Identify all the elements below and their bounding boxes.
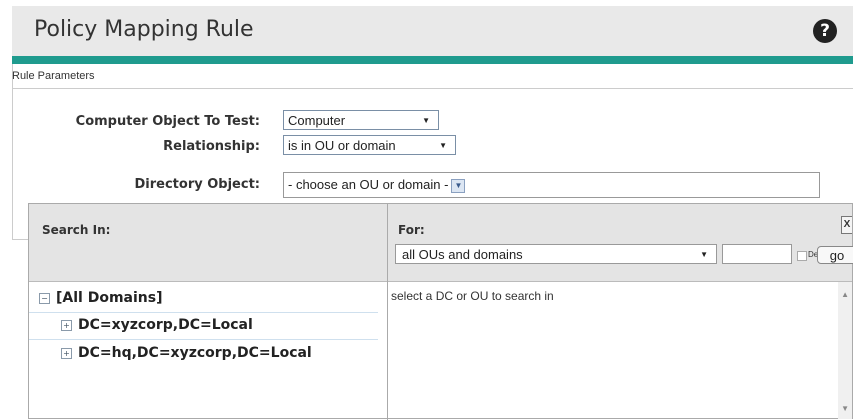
close-icon[interactable]: X: [841, 216, 852, 234]
computer-object-select[interactable]: Computer ▼: [283, 110, 439, 130]
tree-item-label: [All Domains]: [56, 290, 163, 306]
section-divider: [12, 88, 853, 89]
tree-item-hq-xyzcorp[interactable]: + DC=hq,DC=xyzcorp,DC=Local: [61, 345, 312, 361]
chevron-down-icon[interactable]: ▼: [451, 178, 466, 193]
tree-item-xyzcorp[interactable]: + DC=xyzcorp,DC=Local: [61, 317, 253, 333]
popup-header: [29, 204, 852, 282]
dropdown-arrow-icon: ▼: [439, 141, 447, 150]
go-button[interactable]: go: [817, 246, 853, 264]
help-icon[interactable]: ?: [813, 19, 837, 43]
computer-object-value: Computer: [288, 113, 346, 128]
results-scrollbar[interactable]: [838, 282, 852, 419]
policy-mapping-rule-page: Policy Mapping Rule ? Rule Parameters Co…: [0, 0, 853, 420]
computer-object-label: Computer Object To Test:: [75, 114, 260, 129]
for-type-select[interactable]: all OUs and domains ▼: [395, 244, 717, 264]
relationship-select[interactable]: is in OU or domain ▼: [283, 135, 456, 155]
results-message: select a DC or OU to search in: [391, 289, 554, 303]
tree-item-label: DC=xyzcorp,DC=Local: [78, 317, 253, 333]
expand-icon[interactable]: +: [61, 319, 72, 331]
page-title: Policy Mapping Rule: [34, 17, 254, 42]
search-input[interactable]: [722, 244, 792, 264]
title-bar: Policy Mapping Rule ?: [12, 6, 853, 56]
deep-checkbox[interactable]: [797, 251, 807, 261]
for-label: For:: [398, 223, 425, 237]
popup-column-divider: [387, 204, 388, 420]
relationship-value: is in OU or domain: [288, 138, 396, 153]
dropdown-arrow-icon: ▼: [422, 116, 430, 125]
expand-icon[interactable]: +: [61, 347, 72, 359]
tree-item-all-domains[interactable]: − [All Domains]: [39, 290, 162, 306]
search-in-label: Search In:: [42, 223, 111, 237]
scroll-down-icon[interactable]: ▼: [841, 404, 849, 413]
tree-item-label: DC=hq,DC=xyzcorp,DC=Local: [78, 345, 312, 361]
header-accent-bar: [12, 56, 853, 64]
ou-search-popup: Search In: For: X all OUs and domains ▼ …: [28, 203, 853, 420]
directory-object-label: Directory Object:: [134, 177, 261, 192]
relationship-label: Relationship:: [163, 139, 260, 154]
for-type-value: all OUs and domains: [402, 247, 523, 262]
tree-separator: [29, 339, 378, 340]
collapse-icon[interactable]: −: [39, 292, 50, 304]
directory-object-field[interactable]: - choose an OU or domain - ▼: [283, 172, 820, 198]
scroll-up-icon[interactable]: ▲: [841, 290, 849, 299]
tree-separator: [29, 312, 378, 313]
directory-object-value: - choose an OU or domain -: [288, 177, 449, 192]
section-label: Rule Parameters: [12, 70, 95, 82]
dropdown-arrow-icon: ▼: [700, 250, 708, 259]
